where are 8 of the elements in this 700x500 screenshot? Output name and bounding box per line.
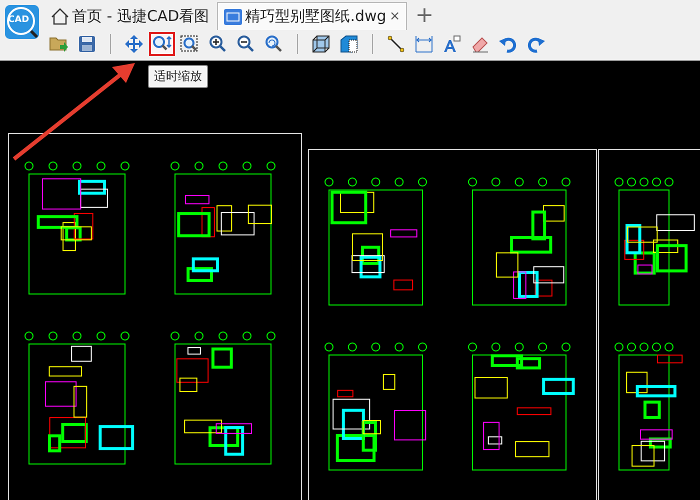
close-tab-button[interactable]: × [389,9,400,24]
tooltip: 适时缩放 [148,65,208,88]
new-tab-button[interactable]: + [409,2,440,30]
tab-label: 精巧型别墅图纸.dwg [245,7,386,26]
document-tab[interactable]: 首页 - 迅捷CAD看图 [45,2,216,30]
tab-label: 首页 - 迅捷CAD看图 [72,6,210,26]
document-tab[interactable]: 精巧型别墅图纸.dwg × [217,2,408,30]
logo-text: CAD [8,15,30,25]
